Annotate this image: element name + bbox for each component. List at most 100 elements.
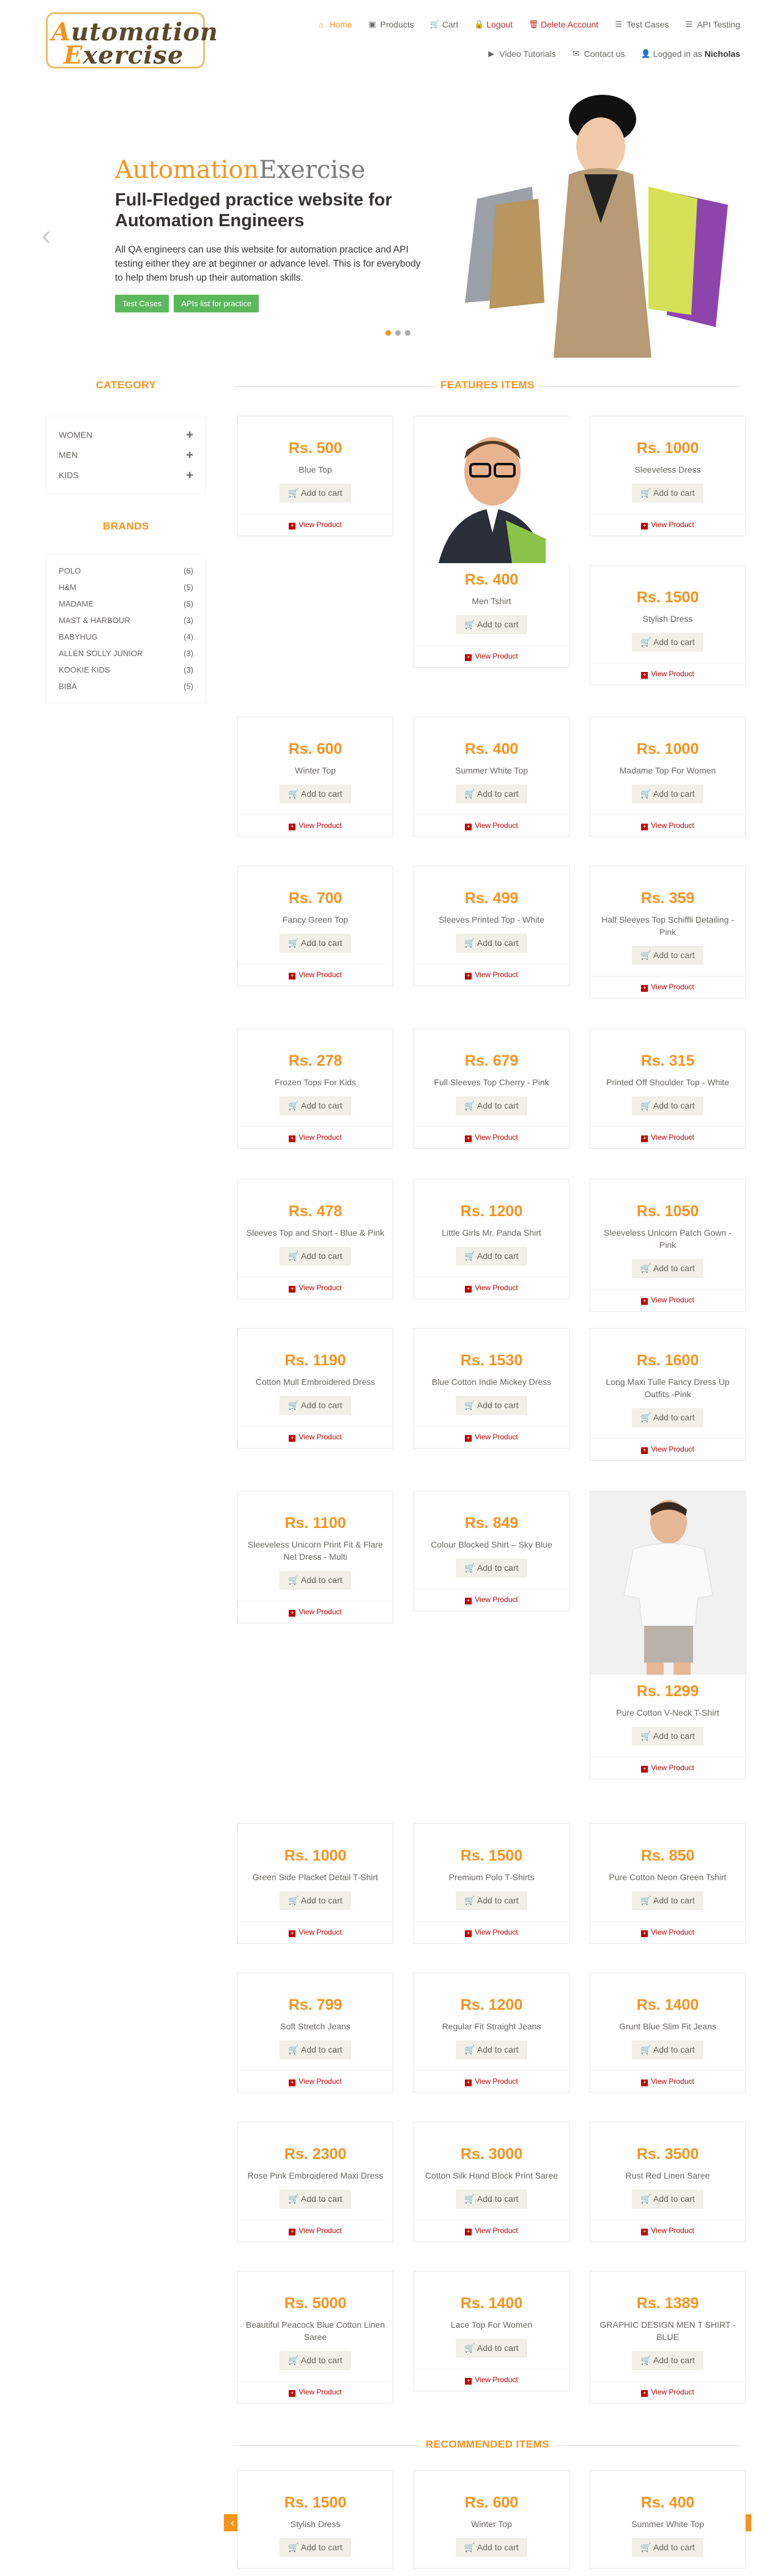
add-to-cart-button[interactable]: 🛒 Add to cart bbox=[280, 1396, 351, 1415]
plus-icon[interactable]: ✚ bbox=[186, 470, 193, 481]
view-product-link[interactable]: + View Product bbox=[414, 1277, 569, 1299]
add-to-cart-button[interactable]: 🛒 Add to cart bbox=[280, 2040, 351, 2059]
add-to-cart-button[interactable]: 🛒 Add to cart bbox=[456, 1396, 527, 1415]
add-to-cart-button[interactable]: 🛒 Add to cart bbox=[632, 484, 703, 503]
add-to-cart-button[interactable]: 🛒 Add to cart bbox=[456, 615, 527, 634]
add-to-cart-button[interactable]: 🛒 Add to cart bbox=[456, 1247, 527, 1266]
site-logo[interactable]: Automation Exercise bbox=[46, 12, 218, 70]
add-to-cart-button[interactable]: 🛒 Add to cart bbox=[632, 946, 703, 965]
plus-icon[interactable]: ✚ bbox=[186, 450, 193, 460]
add-to-cart-button[interactable]: 🛒 Add to cart bbox=[632, 633, 703, 652]
view-product-link[interactable]: + View Product bbox=[590, 1289, 745, 1311]
add-to-cart-button[interactable]: 🛒 Add to cart bbox=[632, 2190, 703, 2209]
apis-list-button[interactable]: APIs list for practice bbox=[174, 295, 259, 312]
add-to-cart-button[interactable]: 🛒 Add to cart bbox=[280, 484, 351, 503]
view-product-link[interactable]: + View Product bbox=[238, 964, 393, 986]
add-to-cart-button[interactable]: 🛒 Add to cart bbox=[456, 2190, 527, 2209]
add-to-cart-button[interactable]: 🛒 Add to cart bbox=[456, 1096, 527, 1115]
view-product-link[interactable]: + View Product bbox=[590, 1757, 745, 1779]
add-to-cart-button[interactable]: 🛒 Add to cart bbox=[456, 2040, 527, 2059]
view-product-link[interactable]: + View Product bbox=[414, 2369, 569, 2391]
view-product-link[interactable]: + View Product bbox=[414, 645, 569, 667]
add-to-cart-button[interactable]: 🛒 Add to cart bbox=[456, 784, 527, 803]
nav-item-cart[interactable]: 🛒 Cart bbox=[430, 17, 458, 29]
view-product-link[interactable]: + View Product bbox=[238, 1921, 393, 1943]
add-to-cart-button[interactable]: 🛒 Add to cart bbox=[632, 2040, 703, 2059]
nav-item-test-cases[interactable]: ☰ Test Cases bbox=[614, 17, 669, 29]
nav-item-api-testing[interactable]: ☰ API Testing bbox=[685, 17, 740, 29]
add-to-cart-button[interactable]: 🛒 Add to cart bbox=[632, 784, 703, 803]
view-product-link[interactable]: + View Product bbox=[590, 976, 745, 998]
slider-dot[interactable] bbox=[385, 330, 391, 336]
view-product-link[interactable]: + View Product bbox=[238, 1601, 393, 1623]
view-product-link[interactable]: + View Product bbox=[590, 1126, 745, 1148]
brand-item[interactable]: Kookie Kids (3) bbox=[59, 662, 193, 678]
add-to-cart-button[interactable]: 🛒 Add to cart bbox=[280, 1571, 351, 1590]
add-to-cart-button[interactable]: 🛒 Add to cart bbox=[632, 1259, 703, 1278]
view-product-link[interactable]: + View Product bbox=[590, 1438, 745, 1460]
view-product-link[interactable]: + View Product bbox=[590, 663, 745, 685]
add-to-cart-button[interactable]: 🛒 Add to cart bbox=[456, 1559, 527, 1578]
add-to-cart-button[interactable]: 🛒 Add to cart bbox=[456, 2538, 527, 2557]
add-to-cart-button[interactable]: 🛒 Add to cart bbox=[632, 1096, 703, 1115]
add-to-cart-button[interactable]: 🛒 Add to cart bbox=[280, 784, 351, 803]
view-product-link[interactable]: + View Product bbox=[414, 2220, 569, 2242]
add-to-cart-button[interactable]: 🛒 Add to cart bbox=[632, 1891, 703, 1910]
view-product-link[interactable]: + View Product bbox=[238, 2381, 393, 2403]
view-product-link[interactable]: + View Product bbox=[590, 1921, 745, 1943]
view-product-link[interactable]: + View Product bbox=[414, 814, 569, 836]
add-to-cart-button[interactable]: 🛒 Add to cart bbox=[632, 2351, 703, 2370]
view-product-link[interactable]: + View Product bbox=[414, 964, 569, 986]
nav-item-logout[interactable]: 🔒 Logout bbox=[474, 17, 513, 29]
slider-dot[interactable] bbox=[395, 330, 401, 336]
view-product-link[interactable]: + View Product bbox=[590, 514, 745, 536]
brand-item[interactable]: Mast & Harbour (3) bbox=[59, 612, 193, 629]
add-to-cart-button[interactable]: 🛒 Add to cart bbox=[280, 2538, 351, 2557]
view-product-link[interactable]: + View Product bbox=[414, 1589, 569, 1611]
add-to-cart-button[interactable]: 🛒 Add to cart bbox=[456, 934, 527, 953]
add-to-cart-button[interactable]: 🛒 Add to cart bbox=[280, 2351, 351, 2370]
add-to-cart-button[interactable]: 🛒 Add to cart bbox=[632, 1408, 703, 1427]
brand-item[interactable]: Allen Solly Junior (3) bbox=[59, 645, 193, 662]
brand-item[interactable]: Madame (5) bbox=[59, 596, 193, 612]
nav-item-delete-account[interactable]: 🗑 Delete Account bbox=[529, 17, 598, 29]
view-product-link[interactable]: + View Product bbox=[238, 1277, 393, 1299]
view-product-link[interactable]: + View Product bbox=[590, 2220, 745, 2242]
nav-item-products[interactable]: ▣ Products bbox=[368, 17, 414, 29]
plus-icon[interactable]: ✚ bbox=[186, 430, 193, 440]
view-product-link[interactable]: + View Product bbox=[238, 1126, 393, 1148]
view-product-link[interactable]: + View Product bbox=[590, 2070, 745, 2092]
nav-item-contact-us[interactable]: ✉ Contact us bbox=[572, 46, 625, 59]
add-to-cart-button[interactable]: 🛒 Add to cart bbox=[280, 1247, 351, 1266]
brand-item[interactable]: Polo (6) bbox=[59, 563, 193, 579]
brand-item[interactable]: H&M (5) bbox=[59, 579, 193, 596]
view-product-link[interactable]: + View Product bbox=[590, 2381, 745, 2403]
add-to-cart-button[interactable]: 🛒 Add to cart bbox=[632, 1727, 703, 1746]
view-product-link[interactable]: + View Product bbox=[238, 814, 393, 836]
view-product-link[interactable]: + View Product bbox=[414, 1921, 569, 1943]
view-product-link[interactable]: + View Product bbox=[414, 1426, 569, 1448]
add-to-cart-button[interactable]: 🛒 Add to cart bbox=[280, 1891, 351, 1910]
category-item[interactable]: Men ✚ bbox=[59, 445, 193, 465]
view-product-link[interactable]: + View Product bbox=[238, 1426, 393, 1448]
view-product-link[interactable]: + View Product bbox=[238, 2070, 393, 2092]
view-product-link[interactable]: + View Product bbox=[238, 2220, 393, 2242]
view-product-link[interactable]: + View Product bbox=[414, 1126, 569, 1148]
add-to-cart-button[interactable]: 🛒 Add to cart bbox=[280, 2190, 351, 2209]
view-product-link[interactable]: + View Product bbox=[238, 514, 393, 536]
add-to-cart-button[interactable]: 🛒 Add to cart bbox=[280, 934, 351, 953]
slider-prev-arrow[interactable]: ‹ bbox=[42, 218, 51, 251]
test-cases-button[interactable]: Test Cases bbox=[115, 295, 169, 312]
nav-item-video-tutorials[interactable]: ▶ Video Tutorials bbox=[487, 46, 555, 59]
add-to-cart-button[interactable]: 🛒 Add to cart bbox=[632, 2538, 703, 2557]
slider-dot[interactable] bbox=[405, 330, 410, 336]
brand-item[interactable]: Babyhug (4) bbox=[59, 629, 193, 645]
add-to-cart-button[interactable]: 🛒 Add to cart bbox=[280, 1096, 351, 1115]
brand-item[interactable]: Biba (5) bbox=[59, 678, 193, 695]
category-item[interactable]: Kids ✚ bbox=[59, 465, 193, 485]
nav-item-home[interactable]: ⌂ Home bbox=[317, 17, 352, 29]
category-item[interactable]: Women ✚ bbox=[59, 425, 193, 445]
add-to-cart-button[interactable]: 🛒 Add to cart bbox=[456, 1891, 527, 1910]
add-to-cart-button[interactable]: 🛒 Add to cart bbox=[456, 2339, 527, 2358]
view-product-link[interactable]: + View Product bbox=[590, 814, 745, 836]
